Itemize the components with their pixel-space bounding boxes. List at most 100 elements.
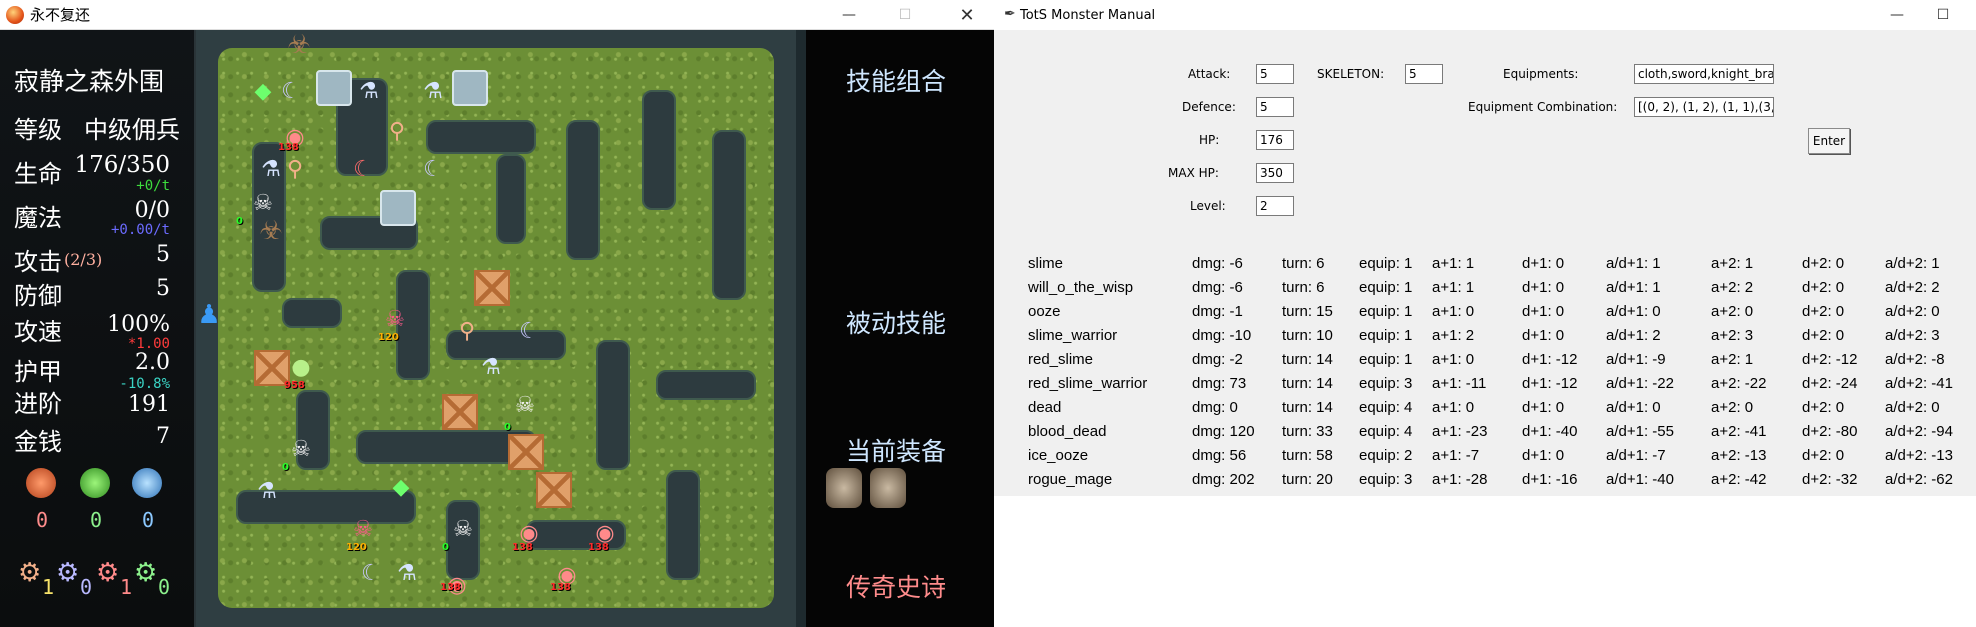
- potion-icon: ⚗: [423, 78, 443, 104]
- passive-skills-button[interactable]: 被动技能: [846, 304, 946, 340]
- wall: [496, 154, 526, 244]
- equipment-combination-input[interactable]: [(0, 2), (1, 2), (1, 1),(3, 3)]: [1634, 97, 1774, 117]
- attack-defence-plus-2-cell: a/d+2: 0: [1885, 303, 1940, 320]
- attack-defence-plus-1-cell: a/d+1: 1: [1606, 279, 1661, 296]
- gold-label: 金钱: [14, 428, 62, 456]
- enter-button[interactable]: Enter: [1808, 128, 1850, 154]
- defence-field-label: Defence:: [1182, 100, 1236, 114]
- damage-cell: dmg: -6: [1192, 279, 1243, 296]
- defence-plus-1-cell: d+1: -12: [1522, 351, 1578, 368]
- damage-cell: dmg: -10: [1192, 327, 1252, 344]
- game-map[interactable]: ◆ ☾ ⚗ ⚗ ◉ 138 ⚲ ⚗ ⚲ ☾ ☾ ☠ 0 ☣ ☣ ♟ ☠ 120 …: [196, 30, 796, 627]
- equipments-input[interactable]: cloth,sword,knight_brace: [1634, 64, 1774, 84]
- monster-name: slime: [1028, 255, 1064, 272]
- crate: [508, 434, 544, 470]
- hero-icon[interactable]: ♟: [196, 300, 224, 330]
- mp-label: 魔法: [14, 204, 62, 232]
- water-orb-icon: [132, 468, 162, 498]
- purple-key-count: 0: [80, 575, 93, 599]
- armor-equipment-icon[interactable]: [826, 468, 862, 508]
- current-equipment-button[interactable]: 当前装备: [846, 432, 946, 468]
- green-key-icon: ⚙: [134, 558, 158, 588]
- monster-damage-tag: 958: [284, 380, 305, 391]
- defence-plus-1-cell: d+1: 0: [1522, 255, 1565, 272]
- turns-cell: turn: 14: [1282, 375, 1333, 392]
- skeleton-icon: ☠: [453, 516, 473, 542]
- game-app-icon: [6, 5, 24, 24]
- attack-plus-1-cell: a+1: 1: [1432, 255, 1475, 272]
- attack-label: 攻击: [14, 248, 62, 276]
- damage-cell: dmg: 120: [1192, 423, 1255, 440]
- defence-plus-1-cell: d+1: -16: [1522, 471, 1578, 488]
- attack-plus-1-cell: a+1: -28: [1432, 471, 1488, 488]
- monster-name: blood_dead: [1028, 423, 1107, 440]
- manual-title-bar: ✒ TotS Monster Manual — ☐: [994, 0, 1976, 30]
- turns-cell: turn: 6: [1282, 255, 1325, 272]
- potion-icon: ⚗: [481, 354, 501, 380]
- red-key-icon: ⚙: [96, 558, 120, 588]
- defence-input[interactable]: 5: [1256, 97, 1294, 117]
- monster-name: red_slime_warrior: [1028, 375, 1148, 392]
- turns-cell: turn: 14: [1282, 399, 1333, 416]
- mp-value: 0/0: [134, 198, 170, 223]
- damage-cell: dmg: 56: [1192, 447, 1247, 464]
- close-button[interactable]: ✕: [944, 0, 990, 30]
- potion-icon: ⚗: [359, 78, 379, 104]
- blood-dead-icon: ☠: [385, 306, 405, 332]
- monster-name: red_slime: [1028, 351, 1094, 368]
- wall: [566, 120, 600, 260]
- potion-icon: ⚗: [257, 478, 277, 504]
- skeleton-field-label: SKELETON:: [1317, 67, 1385, 81]
- level-input[interactable]: 2: [1256, 196, 1294, 216]
- hp-input[interactable]: 176: [1256, 130, 1294, 150]
- attack-extra: (2/3): [64, 250, 103, 269]
- maxhp-input[interactable]: 350: [1256, 163, 1294, 183]
- armor-label: 护甲: [14, 358, 62, 386]
- defence-plus-2-cell: d+2: 0: [1802, 327, 1845, 344]
- monster-name: slime_warrior: [1028, 327, 1118, 344]
- maxhp-field-label: MAX HP:: [1168, 166, 1219, 180]
- menu-panel: 技能组合 被动技能 当前装备 传奇史诗: [796, 30, 994, 627]
- skeleton-input[interactable]: 5: [1405, 64, 1443, 84]
- manual-minimize-button[interactable]: —: [1874, 0, 1920, 30]
- manual-maximize-button[interactable]: ☐: [1920, 0, 1966, 30]
- armor-equipment-icon[interactable]: [870, 468, 906, 508]
- armor-percent: -10.8%: [119, 376, 170, 392]
- damage-cell: dmg: -1: [1192, 303, 1243, 320]
- legendary-epic-button[interactable]: 传奇史诗: [846, 568, 946, 604]
- defence-plus-2-cell: d+2: 0: [1802, 255, 1845, 272]
- level-value: 中级佣兵: [84, 116, 180, 144]
- attack-defence-plus-1-cell: a/d+1: -40: [1606, 471, 1674, 488]
- monster-damage-tag: 138: [278, 142, 299, 153]
- monster-row: ice_ooze dmg: 56 turn: 58 equip: 2 a+1: -7 d+…: [994, 447, 1976, 471]
- hp-regen: +0/t: [136, 178, 170, 194]
- armor-value: 2.0: [135, 350, 170, 375]
- defence-plus-1-cell: d+1: 0: [1522, 303, 1565, 320]
- maximize-button[interactable]: ☐: [882, 0, 928, 30]
- skill-combo-button[interactable]: 技能组合: [846, 62, 946, 98]
- monster-row: ooze dmg: -1 turn: 15 equip: 1 a+1: 0 d+1: 0 a…: [994, 303, 1976, 327]
- attack-defence-plus-2-cell: a/d+2: -62: [1885, 471, 1953, 488]
- attack-plus-1-cell: a+1: -7: [1432, 447, 1480, 464]
- attack-defence-plus-1-cell: a/d+1: -55: [1606, 423, 1674, 440]
- ooze-icon: ●: [291, 354, 311, 380]
- attack-plus-1-cell: a+1: 2: [1432, 327, 1475, 344]
- attack-defence-plus-2-cell: a/d+2: -8: [1885, 351, 1945, 368]
- wall: [642, 90, 676, 210]
- green-key-count: 0: [158, 575, 171, 599]
- attack-plus-2-cell: a+2: -22: [1711, 375, 1767, 392]
- attack-plus-1-cell: a+1: -23: [1432, 423, 1488, 440]
- equip-cell: equip: 3: [1359, 375, 1413, 392]
- moon-icon: ☾: [519, 318, 539, 344]
- monster-damage-tag: 0: [236, 216, 243, 227]
- attack-plus-1-cell: a+1: 0: [1432, 399, 1475, 416]
- minimize-button[interactable]: —: [826, 0, 872, 30]
- attack-defence-plus-1-cell: a/d+1: 2: [1606, 327, 1661, 344]
- wind-orb-count: 0: [90, 508, 103, 532]
- key-icon: ⚲: [388, 118, 406, 144]
- attack-input[interactable]: 5: [1256, 64, 1294, 84]
- defence-plus-1-cell: d+1: -40: [1522, 423, 1578, 440]
- equip-cell: equip: 4: [1359, 423, 1413, 440]
- monster-damage-tag: 138: [512, 542, 533, 553]
- monster-row: red_slime dmg: -2 turn: 14 equip: 1 a+1: 0 d+…: [994, 351, 1976, 375]
